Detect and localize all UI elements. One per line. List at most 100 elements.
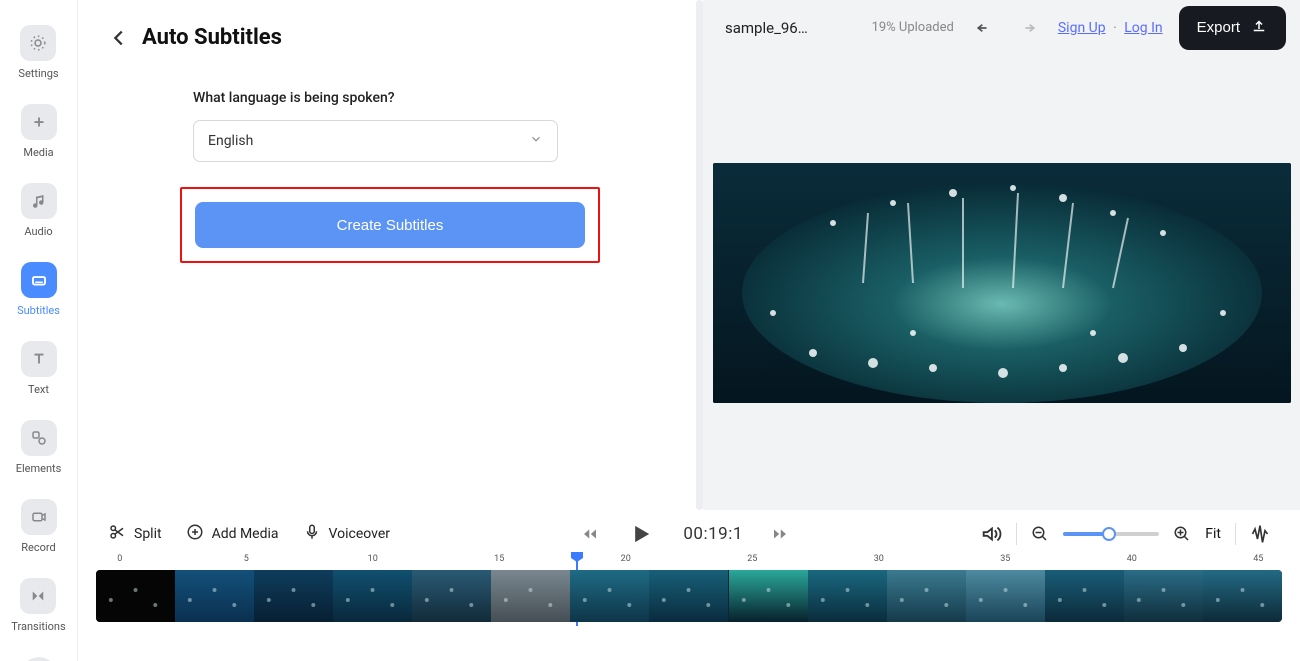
timeline-thumbnail[interactable] xyxy=(491,570,570,622)
sidebar-item-label: Record xyxy=(21,541,55,554)
subtitles-icon xyxy=(21,262,57,298)
page-title: Auto Subtitles xyxy=(142,25,282,50)
timeline: 0 5 10 15 20 25 30 35 40 45 xyxy=(78,552,1300,632)
divider xyxy=(1235,523,1236,545)
sidebar-item-label: Transitions xyxy=(11,620,65,633)
sidebar-item-label: Text xyxy=(28,383,49,396)
ruler-tick: 5 xyxy=(244,554,249,564)
microphone-icon xyxy=(303,523,321,545)
rewind-button[interactable] xyxy=(581,525,599,543)
sidebar-item-elements[interactable]: Elements xyxy=(16,420,62,475)
sidebar-item-settings[interactable]: Settings xyxy=(18,25,58,80)
export-button-label: Export xyxy=(1197,19,1240,36)
sidebar-item-label: Elements xyxy=(16,462,62,475)
divider xyxy=(1016,523,1017,545)
timeline-thumbnail[interactable] xyxy=(1203,570,1282,622)
video-preview[interactable] xyxy=(713,163,1291,403)
language-select[interactable]: English xyxy=(193,120,558,162)
export-button[interactable]: Export xyxy=(1179,6,1286,50)
text-icon xyxy=(21,341,57,377)
zoom-in-button[interactable] xyxy=(1173,525,1191,543)
sidebar-item-record[interactable]: Record xyxy=(21,499,57,554)
voiceover-button[interactable]: Voiceover xyxy=(303,523,390,545)
ruler-tick: 30 xyxy=(874,554,884,564)
upload-status: 19% Uploaded xyxy=(872,20,954,35)
chevron-down-icon xyxy=(529,132,543,150)
ruler-tick: 15 xyxy=(494,554,504,564)
timeline-thumbnail[interactable] xyxy=(649,570,728,622)
play-button[interactable] xyxy=(627,520,655,548)
scissors-icon xyxy=(108,523,126,545)
split-label: Split xyxy=(134,526,162,542)
sidebar-item-transitions[interactable]: Transitions xyxy=(11,578,65,633)
create-subtitles-button[interactable]: Create Subtitles xyxy=(195,202,585,248)
zoom-out-button[interactable] xyxy=(1031,525,1049,543)
redo-button[interactable] xyxy=(1014,14,1042,42)
voiceover-label: Voiceover xyxy=(329,526,390,542)
timeline-thumbnail[interactable] xyxy=(966,570,1045,622)
volume-button[interactable] xyxy=(980,523,1002,545)
right-panel: sample_96… 19% Uploaded Sign Up · Log In xyxy=(703,0,1300,510)
help-icon xyxy=(21,657,57,661)
file-name: sample_96… xyxy=(725,19,808,37)
timeline-thumbnail[interactable] xyxy=(412,570,491,622)
music-note-icon xyxy=(21,183,57,219)
sidebar: Settings Media Audio Subtitles Text xyxy=(0,0,78,661)
sidebar-item-text[interactable]: Text xyxy=(21,341,57,396)
plus-icon xyxy=(21,104,57,140)
ruler-tick: 0 xyxy=(117,554,122,564)
timecode: 00:19:1 xyxy=(683,524,743,544)
zoom-slider[interactable] xyxy=(1063,532,1159,536)
ruler-tick: 40 xyxy=(1127,554,1137,564)
timeline-thumbnail[interactable] xyxy=(333,570,412,622)
camera-icon xyxy=(21,499,57,535)
ruler-tick: 10 xyxy=(368,554,378,564)
ruler-tick: 20 xyxy=(621,554,631,564)
auth-separator: · xyxy=(1109,20,1121,36)
plus-circle-icon xyxy=(186,523,204,545)
timeline-thumbnail[interactable] xyxy=(570,570,649,622)
zoom-slider-handle[interactable] xyxy=(1102,527,1116,541)
waveform-button[interactable] xyxy=(1250,524,1270,544)
timeline-thumbnail[interactable] xyxy=(254,570,333,622)
upload-icon xyxy=(1250,17,1268,39)
ruler-tick: 25 xyxy=(747,554,757,564)
split-button[interactable]: Split xyxy=(108,523,162,545)
ruler-tick: 35 xyxy=(1000,554,1010,564)
timeline-thumbnail[interactable] xyxy=(175,570,254,622)
sidebar-item-label: Subtitles xyxy=(17,304,60,317)
timeline-thumbnail[interactable] xyxy=(96,570,175,622)
timeline-thumbnail[interactable] xyxy=(729,570,808,622)
ruler-tick: 45 xyxy=(1253,554,1263,564)
sidebar-item-help[interactable] xyxy=(21,657,57,661)
add-media-button[interactable]: Add Media xyxy=(186,523,279,545)
add-media-label: Add Media xyxy=(212,526,279,542)
left-panel: Auto Subtitles What language is being sp… xyxy=(78,0,703,510)
sidebar-item-media[interactable]: Media xyxy=(21,104,57,159)
sidebar-item-label: Settings xyxy=(18,67,58,80)
fit-button[interactable]: Fit xyxy=(1205,526,1221,542)
forward-button[interactable] xyxy=(771,525,789,543)
timeline-thumbnail[interactable] xyxy=(887,570,966,622)
timeline-track[interactable] xyxy=(96,570,1282,622)
timeline-thumbnail[interactable] xyxy=(808,570,887,622)
language-select-value: English xyxy=(208,133,253,149)
gear-icon xyxy=(20,25,56,61)
undo-button[interactable] xyxy=(970,14,998,42)
timeline-toolbar: Split Add Media Voiceover 00:19:1 xyxy=(78,510,1300,552)
language-question: What language is being spoken? xyxy=(193,90,558,106)
timeline-ruler[interactable]: 0 5 10 15 20 25 30 35 40 45 xyxy=(96,554,1282,570)
back-button[interactable] xyxy=(108,27,130,49)
signup-link[interactable]: Sign Up xyxy=(1058,20,1106,36)
sidebar-item-audio[interactable]: Audio xyxy=(21,183,57,238)
shapes-icon xyxy=(21,420,57,456)
sidebar-item-label: Media xyxy=(23,146,53,159)
auth-links: Sign Up · Log In xyxy=(1058,20,1163,36)
sidebar-item-label: Audio xyxy=(24,225,52,238)
login-link[interactable]: Log In xyxy=(1124,20,1162,36)
highlight-box: Create Subtitles xyxy=(180,187,600,263)
transitions-icon xyxy=(20,578,56,614)
timeline-thumbnail[interactable] xyxy=(1124,570,1203,622)
timeline-thumbnail[interactable] xyxy=(1045,570,1124,622)
sidebar-item-subtitles[interactable]: Subtitles xyxy=(17,262,60,317)
